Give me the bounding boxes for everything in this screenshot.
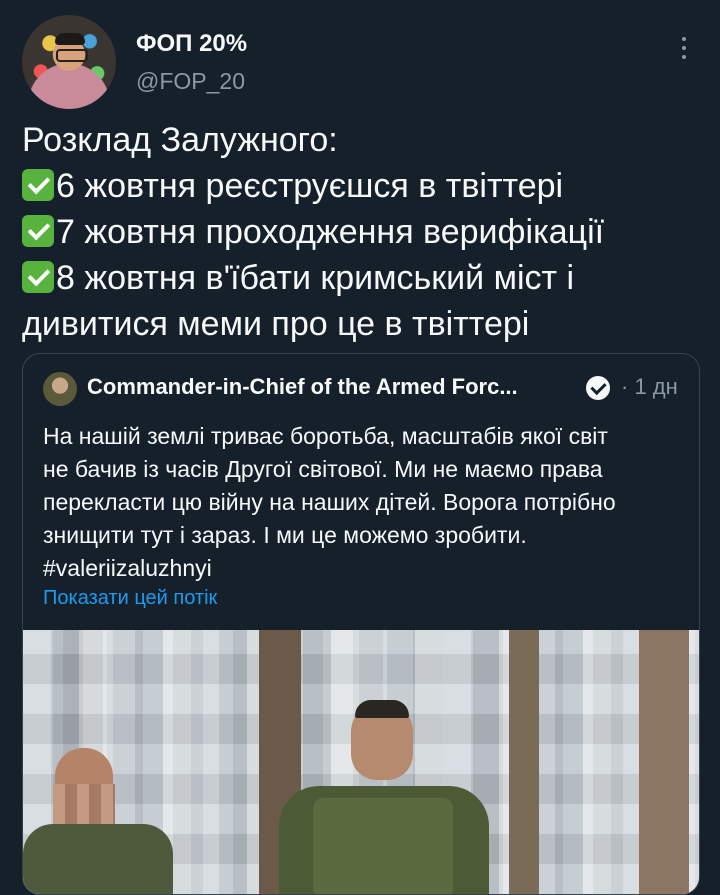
check-mark-icon — [22, 215, 54, 247]
quoted-line: не бачив із часів Другої світової. Ми не… — [43, 456, 603, 482]
quoted-line: На нашій землі триває боротьба, масштабі… — [43, 423, 608, 449]
tweet-line: 7 жовтня проходження верифікації — [22, 209, 702, 255]
quoted-line: знищити тут і зараз. І ми це можемо зроб… — [43, 522, 527, 548]
show-thread-link[interactable]: Показати цей потік — [43, 587, 217, 610]
check-mark-icon — [22, 169, 54, 201]
check-mark-icon — [22, 261, 54, 293]
tweet-line: 6 жовтня реєструєшся в твіттері — [22, 163, 702, 209]
author-name[interactable]: ФОП 20% — [136, 30, 247, 58]
tweet-line: дивитися меми про це в твіттері — [22, 305, 530, 343]
tree-trunk — [639, 630, 689, 894]
quoted-tweet[interactable]: Commander-in-Chief of the Armed Forc... … — [22, 353, 700, 895]
quoted-text: На нашій землі триває боротьба, масштабі… — [43, 420, 683, 585]
avatar-glasses — [56, 49, 88, 62]
quoted-line: перекласти цю війну на наших дітей. Воро… — [43, 489, 616, 515]
tree-trunk — [509, 630, 539, 894]
tweet-text: Розклад Залужного: 6 жовтня реєструєшся … — [22, 117, 702, 347]
commander-figure — [279, 700, 489, 894]
quoted-author-avatar[interactable] — [43, 372, 77, 406]
verified-badge-icon — [586, 376, 610, 400]
soldier-figure — [23, 748, 173, 894]
author-avatar[interactable] — [22, 15, 116, 109]
tweet-line: 8 жовтня в'їбати кримський міст і — [22, 255, 702, 301]
tweet-header: ФОП 20% @FOP_20 — [22, 15, 698, 111]
author-handle[interactable]: @FOP_20 — [136, 68, 245, 95]
hashtag-link[interactable]: #valeriizaluzhnyi — [43, 552, 683, 585]
avatar-hair — [55, 33, 85, 45]
quoted-timestamp[interactable]: · 1 дн — [621, 374, 678, 400]
tweet-line: Розклад Залужного: — [22, 121, 338, 159]
quoted-author-name[interactable]: Commander-in-Chief of the Armed Forc... — [87, 374, 518, 400]
quoted-photo[interactable] — [23, 630, 699, 894]
more-vertical-icon[interactable] — [672, 33, 696, 63]
